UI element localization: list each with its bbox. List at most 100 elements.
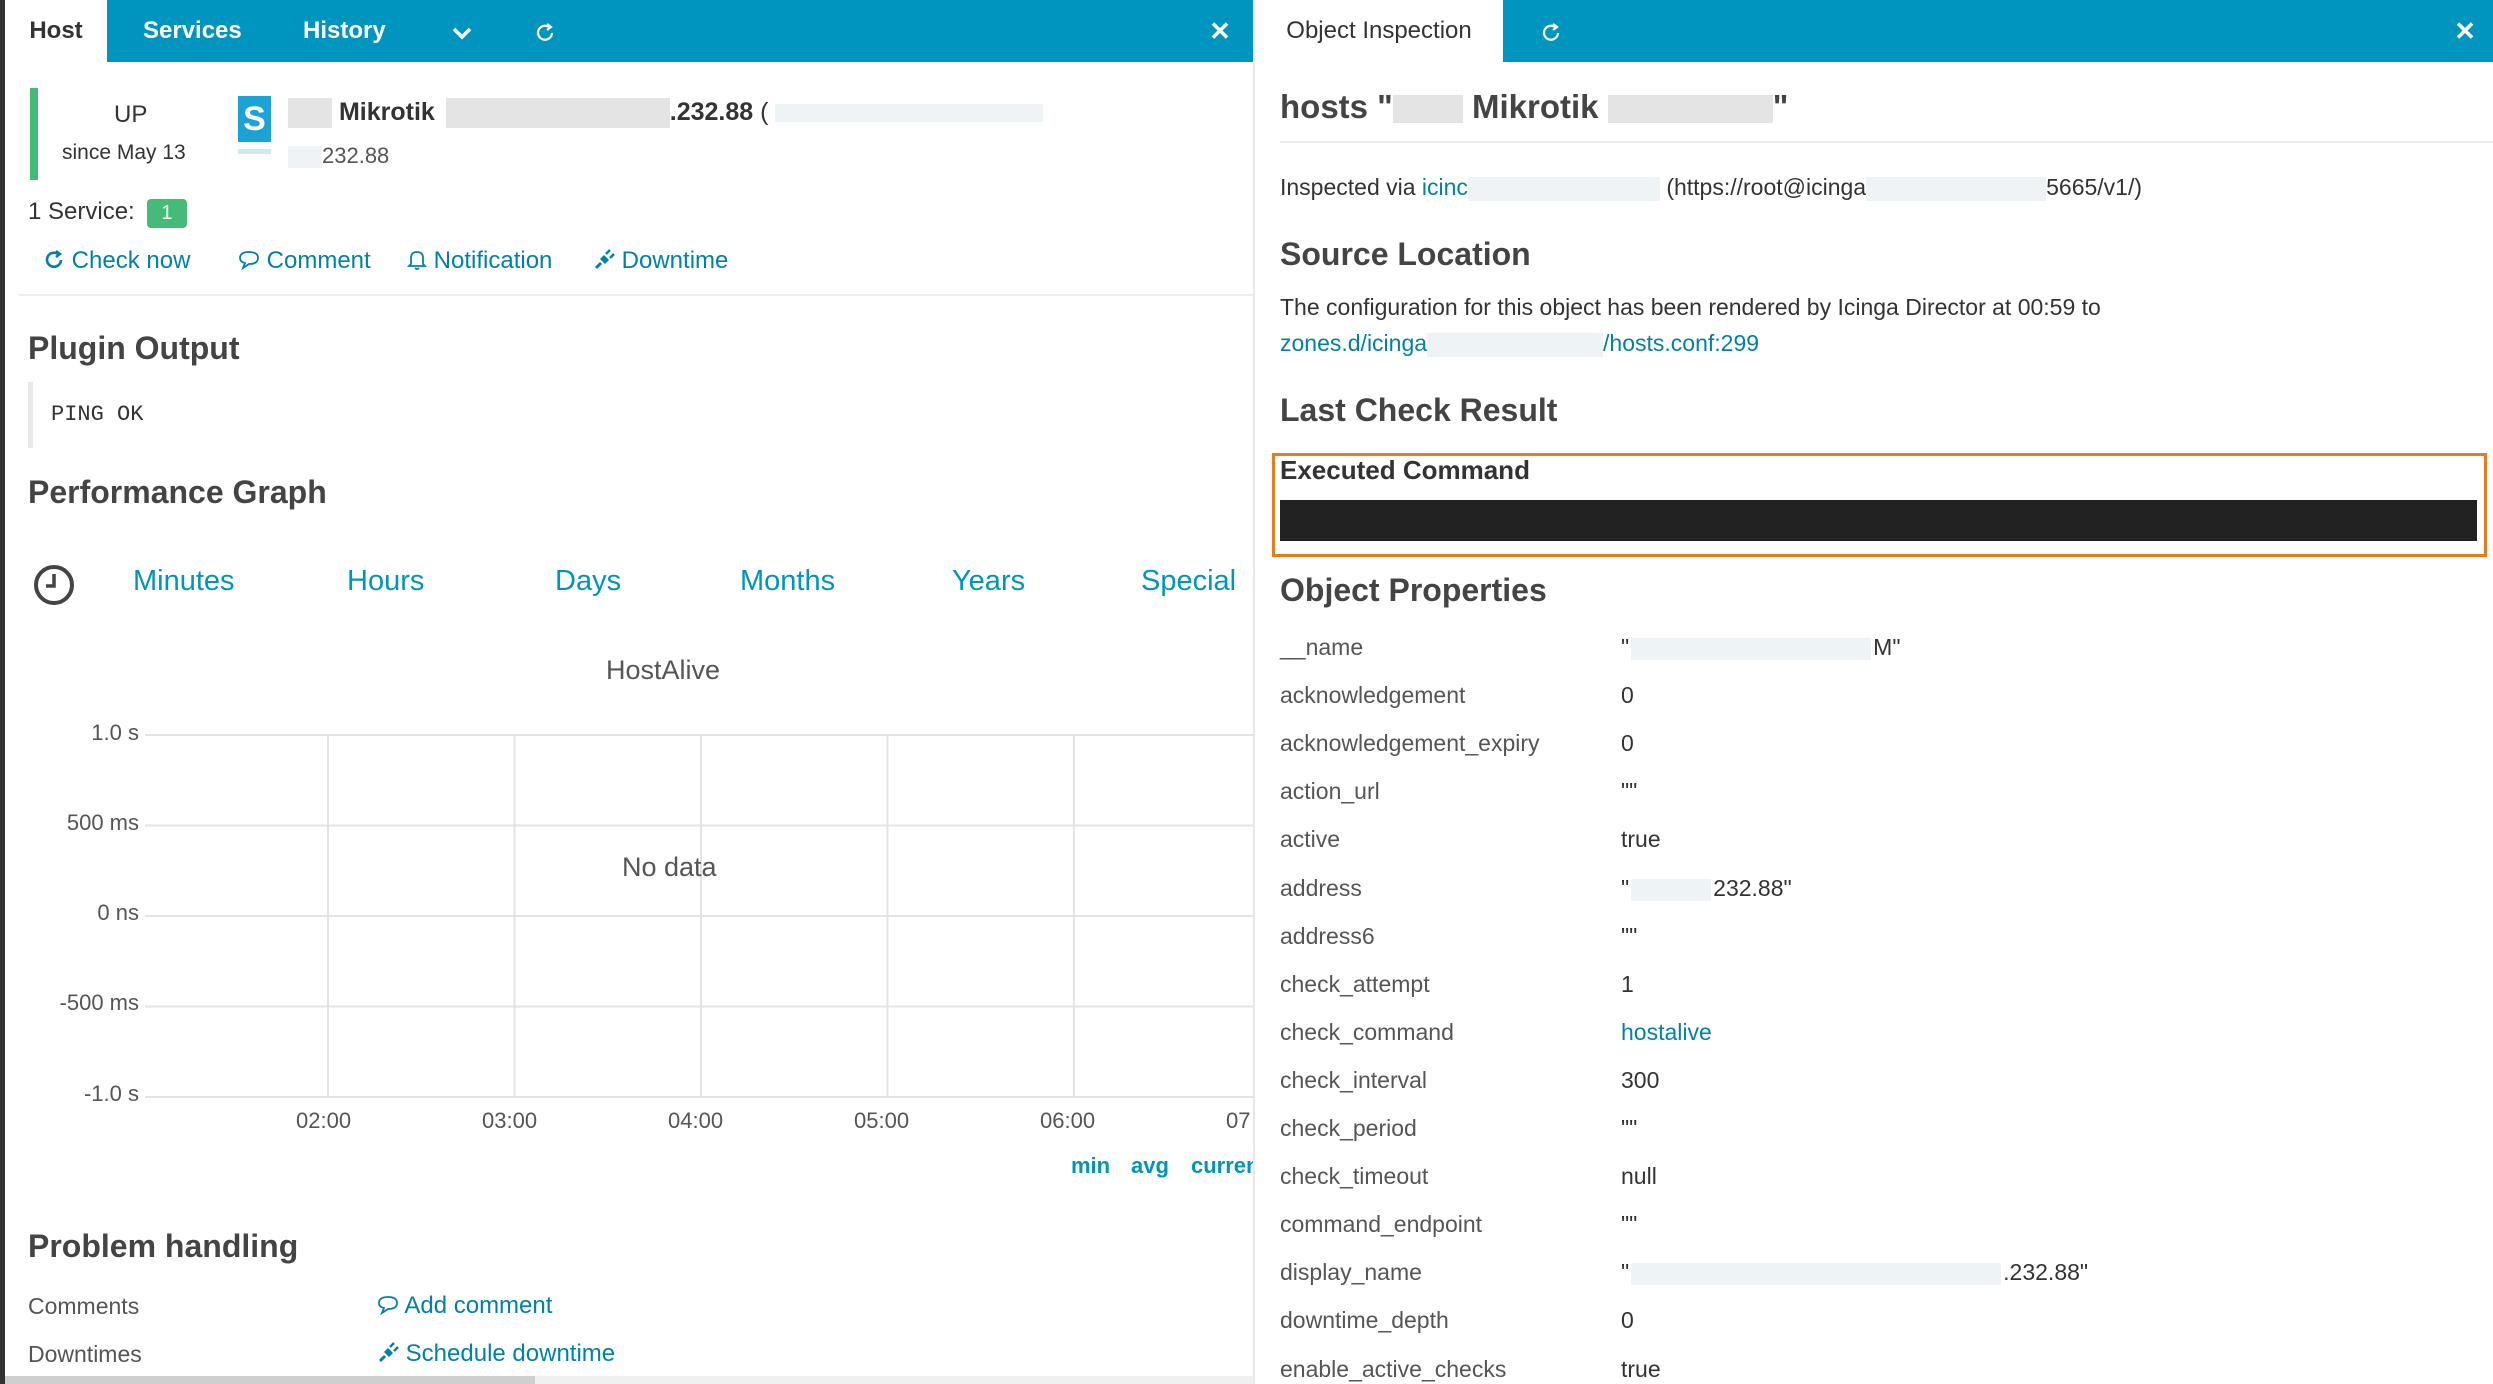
perf-tab-years[interactable]: Years [952, 565, 1025, 598]
property-key: acknowledgement_expiry [1280, 730, 1540, 756]
refresh-icon[interactable] [1531, 0, 1571, 62]
host-address: 232.88 [288, 143, 389, 169]
legend-min[interactable]: min [1071, 1153, 1110, 1179]
property-value: "" [1621, 1115, 1638, 1141]
x-tick-label: 02:00 [296, 1108, 352, 1133]
host-title: Mikrotik .232.88 ( [288, 98, 1044, 129]
tab-services[interactable]: Services [143, 0, 242, 62]
perf-tab-hours[interactable]: Hours [347, 565, 424, 598]
executed-command-label: Executed Command [1280, 455, 1530, 485]
property-value: 300 [1621, 1067, 1660, 1093]
property-key: display_name [1280, 1259, 1422, 1285]
tab-object-inspection[interactable]: Object Inspection [1255, 0, 1503, 62]
object-title: hosts " Mikrotik " [1280, 88, 1789, 125]
actions-divider [19, 294, 1253, 296]
x-tick-label: 04:00 [668, 1108, 724, 1133]
schedule-downtime-link[interactable]: Schedule downtime [377, 1340, 615, 1368]
no-data-label: No data [622, 852, 717, 882]
chevron-down-icon[interactable] [442, 0, 482, 62]
tab-host[interactable]: Host [5, 0, 107, 62]
check-now-link[interactable]: Check now [43, 247, 190, 275]
refresh-icon[interactable] [525, 0, 565, 62]
chart-title: HostAlive [606, 655, 721, 685]
plugin-output-text: PING OK [51, 402, 144, 427]
inspected-via: Inspected via icinc (https://root@icinga… [1280, 174, 2143, 201]
property-key: check_timeout [1280, 1163, 1429, 1189]
property-key: downtime_depth [1280, 1307, 1449, 1333]
property-key: command_endpoint [1280, 1211, 1483, 1237]
horizontal-scrollbar[interactable] [5, 1376, 1253, 1384]
property-value[interactable]: hostalive [1621, 1019, 1712, 1046]
property-key: action_url [1280, 778, 1380, 804]
property-value: "" [1621, 923, 1638, 949]
y-tick-label: -500 ms [59, 990, 139, 1015]
tab-history[interactable]: History [303, 0, 386, 62]
property-value: " M" [1621, 634, 1901, 660]
y-tick-label: 0 ns [97, 900, 139, 925]
property-value: 0 [1621, 1307, 1634, 1333]
perf-tab-days[interactable]: Days [555, 565, 621, 598]
clock-icon [32, 563, 76, 612]
legend-current[interactable]: curren [1191, 1153, 1253, 1179]
property-key: acknowledgement [1280, 682, 1466, 708]
x-tick-label: 07 [1226, 1108, 1251, 1133]
comment-icon [378, 1296, 398, 1316]
perf-tab-minutes[interactable]: Minutes [133, 565, 235, 598]
plug-icon [378, 1342, 399, 1363]
property-key: enable_active_checks [1280, 1356, 1507, 1382]
plug-icon [594, 249, 615, 270]
comment-icon [239, 251, 259, 271]
property-key: check_command [1280, 1019, 1454, 1045]
source-location-link[interactable]: zones.d/icinga/hosts.conf:299 [1280, 330, 1759, 357]
source-location-text: The configuration for this object has be… [1280, 294, 2101, 320]
x-tick-label: 05:00 [854, 1108, 910, 1133]
close-icon[interactable]: ✕ [2445, 0, 2485, 62]
comments-label: Comments [28, 1293, 140, 1319]
executed-command-value [1280, 500, 2477, 541]
scrollbar-thumb[interactable] [5, 1376, 535, 1384]
hostalive-chart [145, 734, 1253, 1098]
perf-tab-months[interactable]: Months [740, 565, 835, 598]
downtime-link[interactable]: Downtime [593, 247, 728, 275]
property-value: true [1621, 1356, 1661, 1382]
add-comment-link[interactable]: Add comment [377, 1292, 552, 1320]
service-count-badge[interactable]: 1 [147, 199, 187, 228]
property-value: " .232.88" [1621, 1259, 2089, 1285]
property-value: 0 [1621, 730, 1634, 756]
comment-link[interactable]: Comment [238, 247, 371, 275]
host-detail-pane: Host Services History ✕ UP since May 13 … [0, 0, 1253, 1384]
refresh-icon [45, 250, 63, 269]
x-tick-label: 03:00 [482, 1108, 538, 1133]
services-summary: 1 Service: 1 [28, 198, 187, 228]
problem-handling-title: Problem handling [28, 1228, 299, 1264]
legend-avg[interactable]: avg [1131, 1153, 1169, 1179]
property-value: true [1621, 826, 1661, 852]
plugin-output-title: Plugin Output [28, 330, 240, 366]
bell-icon [406, 251, 428, 270]
property-value: "" [1621, 778, 1638, 804]
property-value: null [1621, 1163, 1657, 1189]
property-value: " 232.88" [1621, 875, 1792, 901]
x-tick-label: 06:00 [1040, 1108, 1096, 1133]
property-key: __name [1280, 634, 1364, 660]
property-key: address [1280, 875, 1362, 901]
y-tick-label: -1.0 s [83, 1081, 139, 1106]
title-divider [1280, 141, 2493, 143]
source-location-title: Source Location [1280, 236, 1531, 272]
property-key: active [1280, 826, 1341, 852]
y-tick-label: 500 ms [66, 810, 139, 835]
property-value: 0 [1621, 682, 1634, 708]
property-value: "" [1621, 1211, 1638, 1237]
host-state-bar [30, 88, 38, 180]
host-state: UP [114, 101, 148, 128]
property-key: check_period [1280, 1115, 1417, 1141]
plugin-output-box: PING OK [28, 382, 593, 448]
endpoint-link[interactable]: icinc [1422, 174, 1468, 200]
left-tab-bar: Host Services History ✕ [5, 0, 1253, 62]
right-tab-bar: Object Inspection ✕ [1255, 0, 2493, 62]
notification-link[interactable]: Notification [406, 247, 552, 275]
close-icon[interactable]: ✕ [1200, 0, 1240, 62]
icon-underline [238, 149, 271, 154]
performance-graph-title: Performance Graph [28, 474, 327, 510]
perf-tab-special[interactable]: Special [1141, 565, 1236, 598]
